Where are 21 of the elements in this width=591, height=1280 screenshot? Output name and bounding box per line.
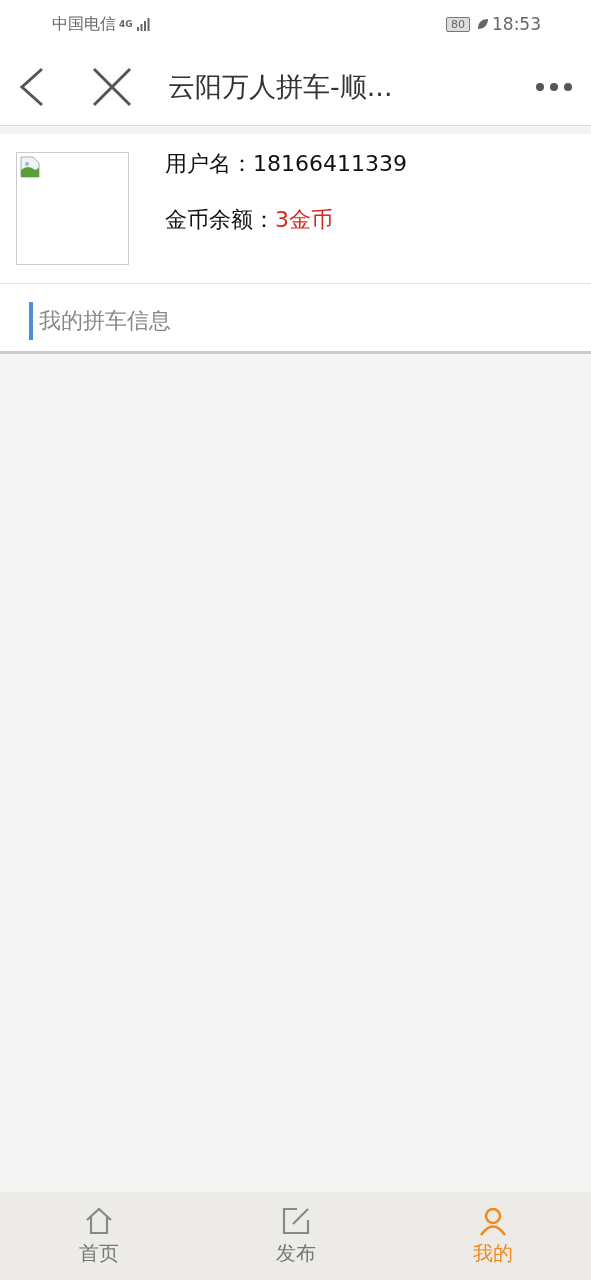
clock-time: 18:53 [492, 14, 541, 34]
close-icon[interactable] [92, 66, 132, 107]
back-icon[interactable] [18, 66, 46, 107]
tab-item[interactable]: 我的 [437, 1192, 548, 1280]
edit-icon [280, 1205, 311, 1236]
section-title: 我的拼车信息 [39, 306, 171, 335]
balance-label: 金币余额： [165, 206, 275, 232]
network-type: 4G [119, 19, 133, 29]
tab-item[interactable]: 发布 [240, 1192, 351, 1280]
more-icon[interactable] [535, 81, 573, 92]
username-label: 用户名： [165, 150, 253, 176]
page-title: 云阳万人拼车-顺... [168, 69, 393, 104]
battery-level: 80 [446, 16, 470, 32]
leaf-icon [477, 18, 489, 30]
balance-value: 3金币 [275, 206, 333, 232]
signal-icon [135, 17, 150, 31]
broken-image-icon [20, 156, 40, 178]
carrier-name: 中国电信 [52, 13, 116, 35]
tab-item[interactable]: 首页 [43, 1192, 154, 1280]
username-value: 18166411339 [253, 150, 407, 176]
user-icon [477, 1205, 508, 1236]
